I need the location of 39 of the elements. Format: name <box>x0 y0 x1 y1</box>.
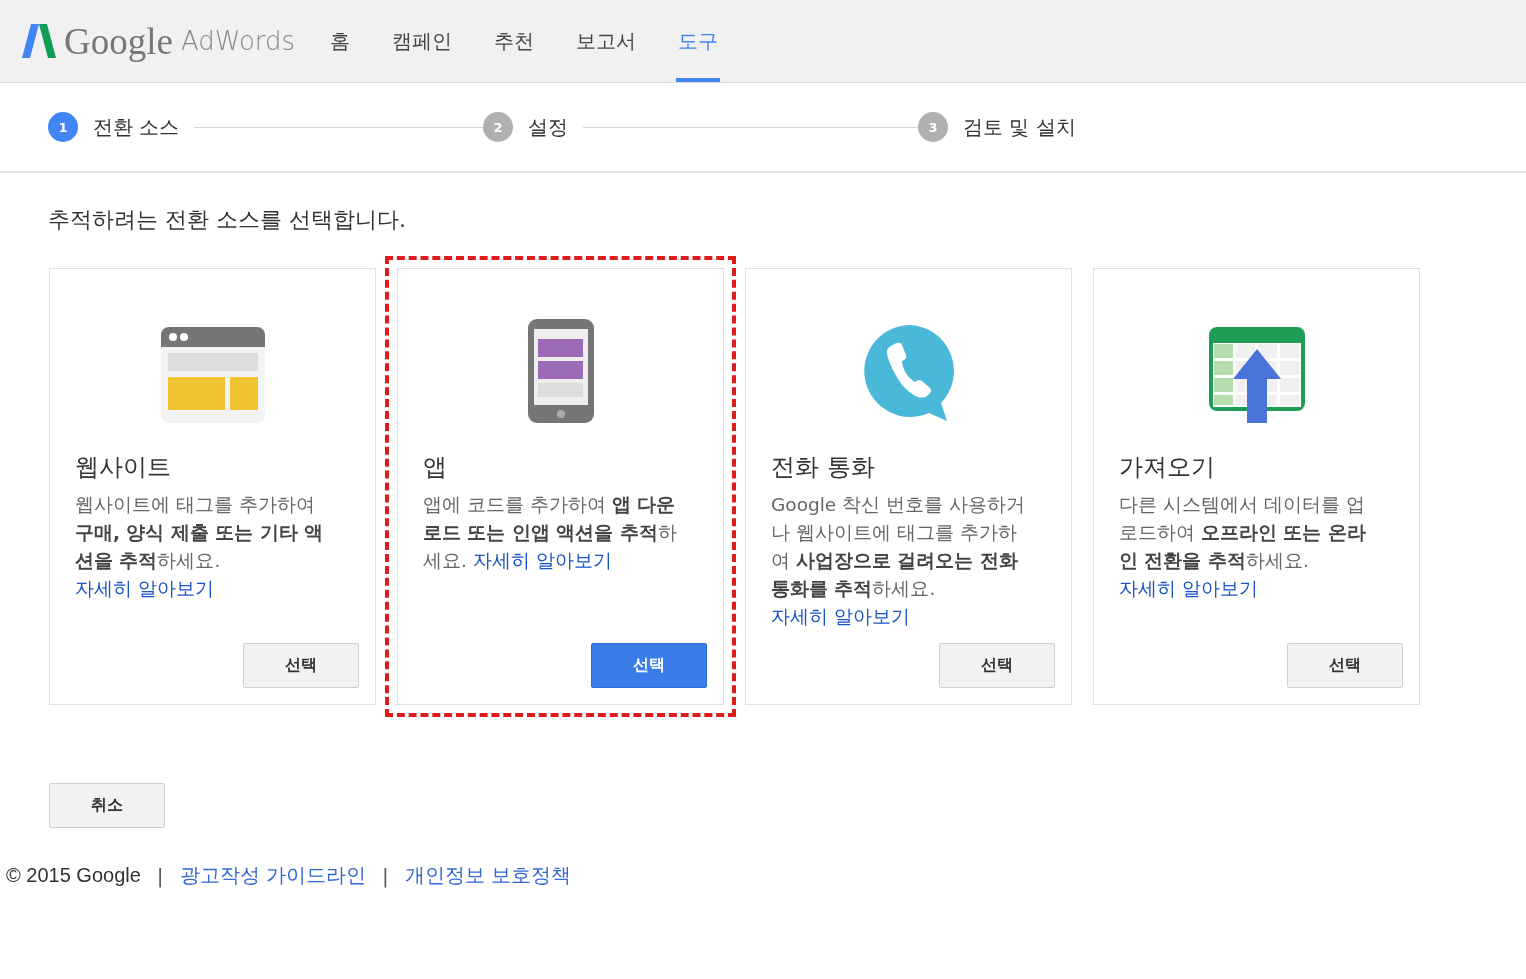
footer-separator: | <box>156 863 164 888</box>
step-number: 3 <box>918 112 948 142</box>
learn-more-link[interactable]: 자세히 알아보기 <box>771 606 910 627</box>
browser-window-icon <box>160 327 265 423</box>
spreadsheet-upload-icon <box>1208 327 1305 423</box>
step-number: 1 <box>48 112 78 142</box>
step-label: 설정 <box>528 113 568 141</box>
card-title: 앱 <box>423 452 448 483</box>
select-button[interactable]: 선택 <box>1287 643 1403 688</box>
logo-icon <box>22 24 56 58</box>
logo-google-text: Google <box>64 19 173 63</box>
footer-link[interactable]: 개인정보 보호정책 <box>404 862 572 889</box>
step-label: 전환 소스 <box>93 113 180 141</box>
logo-product-text: AdWords <box>180 26 296 56</box>
select-button[interactable]: 선택 <box>591 643 707 688</box>
footer-link[interactable]: 광고작성 가이드라인 <box>179 862 366 889</box>
step-number: 2 <box>483 112 513 142</box>
nav-tab[interactable]: 보고서 <box>574 0 638 82</box>
learn-more-link[interactable]: 자세히 알아보기 <box>1119 578 1258 599</box>
step-label: 검토 및 설치 <box>963 113 1076 141</box>
nav-tab[interactable]: 홈 <box>328 0 352 82</box>
card-description: 앱에 코드를 추가하여 앱 다운로드 또는 인앱 액션을 추적하세요. 자세히 알아보기 <box>423 493 678 573</box>
learn-more-link[interactable]: 자세히 알아보기 <box>472 550 612 571</box>
card-title: 가져오기 <box>1119 452 1216 483</box>
card-title: 웹사이트 <box>75 452 172 483</box>
learn-more-link[interactable]: 자세히 알아보기 <box>75 578 214 599</box>
card-title: 전화 통화 <box>771 452 876 483</box>
card-description: 웹사이트에 태그를 추가하여 구매, 양식 제출 또는 기타 액션을 추적하세요. 자세히 알아보기 <box>75 493 325 601</box>
copyright-text: © 2015 Google <box>6 864 141 887</box>
smartphone-icon <box>527 319 594 423</box>
card-description: Google 착신 번호를 사용하거나 웹사이트에 태그를 추가하여 사업장으로 걸려오는 전화 통화를 추적하세요. 자세히 알아보기 <box>771 493 1026 629</box>
cancel-button[interactable]: 취소 <box>49 783 165 828</box>
nav-tab[interactable]: 추천 <box>492 0 536 82</box>
select-button[interactable]: 선택 <box>939 643 1055 688</box>
nav-tab[interactable]: 캠페인 <box>390 0 454 82</box>
footer-separator: | <box>381 863 389 888</box>
card-description: 다른 시스템에서 데이터를 업로드하여 오프라인 또는 온라인 전환을 추적하세요. 자세히 알아보기 <box>1119 493 1367 601</box>
page-heading: 추적하려는 전환 소스를 선택합니다. <box>48 206 407 234</box>
select-button[interactable]: 선택 <box>243 643 359 688</box>
